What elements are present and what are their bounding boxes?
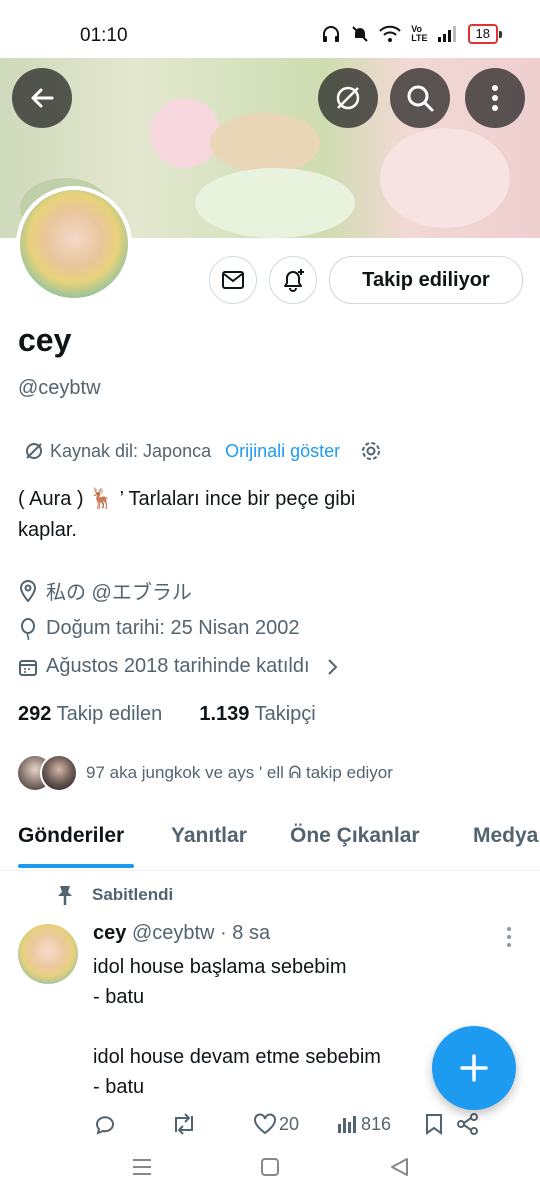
translate-off-icon	[336, 86, 360, 110]
location-text: 私の @エブラル	[46, 582, 192, 604]
translate-toggle-button[interactable]	[318, 68, 378, 128]
headphones-icon	[323, 26, 340, 42]
pinned-label-row: Sabitlendi	[56, 884, 173, 906]
battery-icon: 18	[467, 24, 502, 44]
compose-button[interactable]	[432, 1026, 516, 1110]
views-count: 816	[361, 1113, 392, 1134]
status-icons: Vo LTE 18	[321, 24, 502, 44]
message-button[interactable]	[209, 256, 257, 304]
location-row: 私の @エブラル	[18, 576, 192, 605]
post-more-icon[interactable]	[505, 926, 513, 948]
following-button[interactable]: Takip ediliyor	[329, 256, 523, 304]
following-label: Takip edilen	[56, 703, 163, 725]
followed-by-text: 97 aka jungkok ve ays ' ell ᕱ takip ediy…	[86, 763, 393, 782]
mute-bell-icon	[352, 26, 368, 42]
bio-line: ( Aura ) 🦌 ’ Tarlaları ince bir peçe gib…	[18, 488, 356, 510]
post-header: cey @ceybtw · 8 sa	[93, 922, 270, 945]
source-language-label: Kaynak dil: Japonca	[50, 440, 212, 461]
arrow-left-icon	[31, 88, 54, 108]
profile-tabs: Gönderiler Yanıtlar Öne Çıkanlar Medya	[0, 816, 540, 871]
wifi-icon	[379, 25, 401, 42]
profile-bio: ( Aura ) 🦌 ’ Tarlaları ince bir peçe gib…	[18, 484, 518, 546]
post-author-name[interactable]: cey	[93, 922, 126, 944]
heart-icon	[254, 1113, 276, 1135]
back-button[interactable]	[12, 68, 72, 128]
balloon-icon	[21, 617, 35, 640]
tab-replies[interactable]: Yanıtlar	[171, 824, 247, 848]
share-icon[interactable]	[457, 1113, 479, 1135]
following-count: 292	[18, 703, 52, 725]
system-nav-bar	[0, 1140, 540, 1200]
search-icon	[407, 85, 434, 112]
reply-icon[interactable]	[93, 1112, 117, 1136]
profile-name: cey	[18, 322, 72, 358]
notify-button[interactable]	[269, 256, 317, 304]
pinned-label: Sabitlendi	[92, 885, 174, 904]
post-actions: 20 816	[93, 1112, 518, 1136]
followers-label: Takipçi	[254, 703, 316, 725]
menu-icon[interactable]	[131, 1157, 153, 1177]
search-button[interactable]	[390, 68, 450, 128]
analytics-icon	[338, 1116, 357, 1133]
location-pin-icon	[19, 579, 37, 602]
profile-handle: @ceybtw	[18, 377, 101, 399]
envelope-icon	[222, 271, 244, 289]
views-button[interactable]: 816	[337, 1114, 391, 1135]
signal-icon	[437, 26, 456, 42]
plus-icon	[460, 1054, 488, 1082]
bio-line: kaplar.	[18, 519, 77, 541]
gear-icon[interactable]	[360, 440, 382, 462]
bell-plus-icon	[284, 269, 304, 292]
status-bar: 01:10 Vo LTE 18	[0, 0, 540, 58]
tab-posts[interactable]: Gönderiler	[18, 824, 124, 848]
more-vertical-icon	[492, 85, 498, 111]
followed-by-row[interactable]: 97 aka jungkok ve ays ' ell ᕱ takip ediy…	[16, 754, 393, 792]
bookmark-icon[interactable]	[425, 1113, 443, 1135]
post-avatar[interactable]	[18, 924, 78, 984]
followers-count: 1.139	[199, 703, 250, 725]
post-handle-time: @ceybtw · 8 sa	[131, 922, 271, 944]
more-options-button[interactable]	[465, 68, 525, 128]
translation-row: Kaynak dil: Japonca Orijinali göster	[24, 440, 382, 462]
show-original-link[interactable]: Orijinali göster	[225, 441, 340, 462]
calendar-icon	[19, 659, 37, 676]
birthday-row: Doğum tarihi: 25 Nisan 2002	[18, 617, 299, 640]
profile-avatar[interactable]	[16, 186, 132, 302]
following-link[interactable]: 292 Takip edilen	[18, 703, 162, 725]
joined-row[interactable]: Ağustos 2018 tarihinde katıldı	[18, 655, 338, 678]
clock: 01:10	[80, 25, 128, 46]
followers-link[interactable]: 1.139 Takipçi	[199, 703, 315, 725]
birthday-text: Doğum tarihi: 25 Nisan 2002	[46, 617, 300, 639]
follow-counts: 292 Takip edilen 1.139 Takipçi	[18, 703, 316, 726]
translate-off-icon	[26, 443, 42, 459]
tab-media[interactable]: Medya	[473, 824, 538, 848]
volte-icon: Vo LTE	[411, 24, 428, 43]
repost-icon[interactable]	[171, 1112, 197, 1136]
like-count: 20	[279, 1113, 300, 1134]
pin-icon	[58, 886, 72, 905]
tab-highlights[interactable]: Öne Çıkanlar	[290, 824, 420, 848]
back-triangle-icon[interactable]	[388, 1156, 410, 1178]
active-tab-indicator	[18, 864, 134, 868]
joined-text: Ağustos 2018 tarihinde katıldı	[46, 655, 310, 677]
chevron-right-icon	[327, 658, 337, 675]
home-icon[interactable]	[260, 1157, 280, 1177]
like-button[interactable]: 20	[253, 1113, 299, 1135]
post-text: idol house başlama sebebim - batu idol h…	[93, 956, 381, 1098]
avatar	[40, 754, 78, 792]
